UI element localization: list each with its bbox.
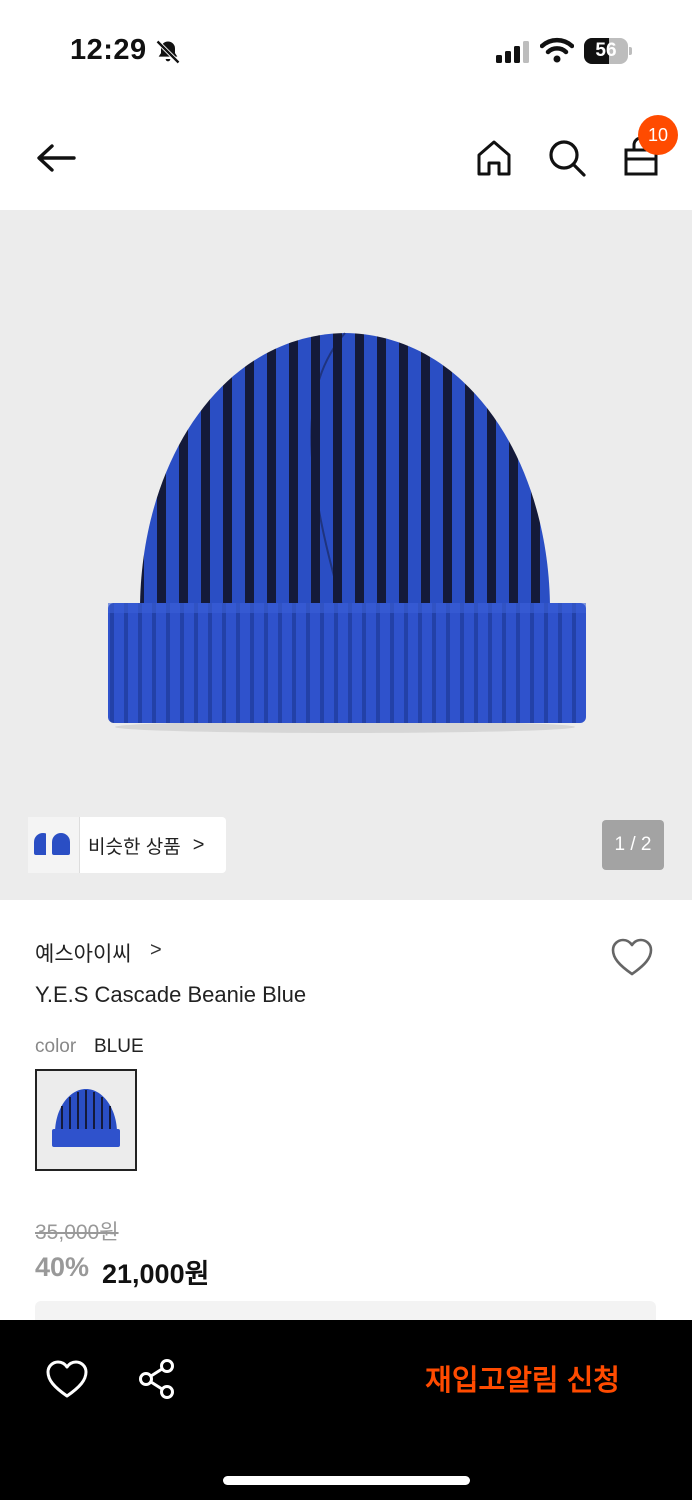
heart-icon[interactable] bbox=[46, 1360, 88, 1400]
search-icon[interactable] bbox=[545, 136, 589, 180]
heart-icon[interactable] bbox=[611, 938, 653, 978]
chevron-right-icon: > bbox=[150, 939, 162, 961]
status-bar: 12:29 56 bbox=[0, 0, 692, 100]
back-arrow-icon[interactable] bbox=[32, 136, 80, 180]
restock-alert-button[interactable]: 재입고알림 신청 bbox=[400, 1358, 640, 1404]
image-counter: 1 / 2 bbox=[602, 820, 664, 870]
product-image-gallery[interactable]: 비슷한 상품 > 1 / 2 bbox=[0, 210, 692, 900]
product-name: Y.E.S Cascade Beanie Blue bbox=[35, 982, 307, 1007]
color-option-label: color bbox=[35, 1036, 77, 1057]
sale-price: 21,000원 bbox=[102, 1259, 210, 1289]
home-icon[interactable] bbox=[472, 136, 516, 180]
color-option-value: BLUE bbox=[94, 1036, 144, 1057]
color-swatch-blue[interactable] bbox=[35, 1069, 137, 1171]
brand-link[interactable]: 예스아이씨 bbox=[35, 938, 132, 968]
similar-products-thumbnails bbox=[28, 817, 86, 873]
bell-muted-icon bbox=[156, 40, 180, 64]
status-time: 12:29 bbox=[70, 34, 147, 66]
wifi-icon bbox=[540, 37, 574, 63]
color-swatch-thumbnail bbox=[52, 1089, 120, 1147]
product-image-beanie bbox=[108, 332, 586, 733]
battery-text: 56 bbox=[595, 40, 617, 61]
share-icon[interactable] bbox=[136, 1358, 178, 1400]
top-navigation bbox=[0, 110, 692, 206]
bottom-action-bar: 재입고알림 신청 bbox=[0, 1320, 692, 1500]
cart-count-badge: 10 bbox=[638, 115, 678, 155]
similar-products-button[interactable]: 비슷한 상품 > bbox=[28, 817, 226, 873]
discount-rate: 40% bbox=[35, 1252, 90, 1282]
similar-products-label: 비슷한 상품 bbox=[88, 836, 181, 858]
chevron-right-icon: > bbox=[192, 833, 205, 856]
original-price: 35,000원 bbox=[35, 1221, 119, 1244]
battery-indicator: 56 bbox=[584, 38, 632, 64]
cellular-signal-icon bbox=[496, 41, 529, 63]
home-indicator bbox=[223, 1476, 470, 1485]
